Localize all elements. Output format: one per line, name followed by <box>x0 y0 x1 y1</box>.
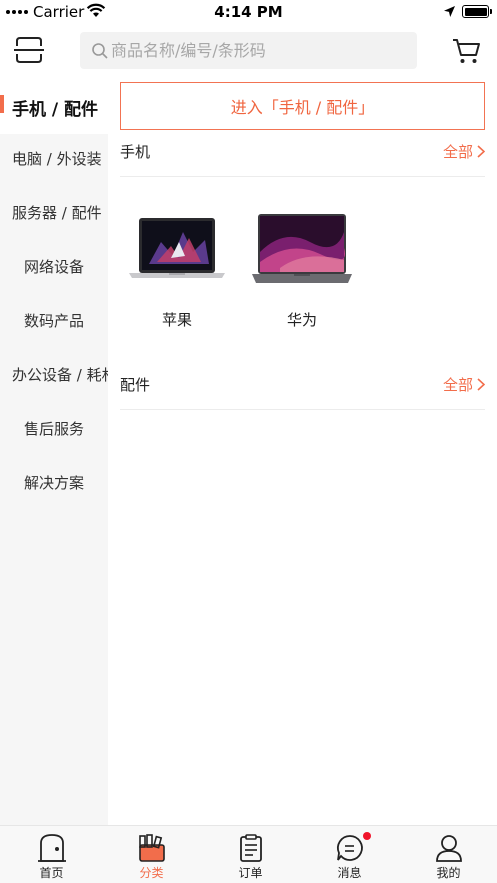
brand-item-apple[interactable]: 苹果 <box>122 202 232 330</box>
category-sidebar: 手机 / 配件 电脑 / 外设装 服务器 / 配件 网络设备 数码产品 办公设备… <box>0 80 108 825</box>
search-icon <box>92 42 108 59</box>
tab-bar: 首页 分类 订单 消息 我的 <box>0 825 497 883</box>
chevron-right-icon <box>477 378 485 391</box>
status-time: 4:14 PM <box>214 3 283 21</box>
section-header-phones: 手机 全部 <box>120 131 485 177</box>
tab-orders[interactable]: 订单 <box>201 826 300 883</box>
status-bar: Carrier 4:14 PM <box>0 0 497 24</box>
sidebar-item-servers[interactable]: 服务器 / 配件 <box>0 185 108 239</box>
brand-label: 华为 <box>286 311 317 329</box>
section-title: 配件 <box>120 376 151 394</box>
section-title: 手机 <box>120 143 151 161</box>
tab-home[interactable]: 首页 <box>2 826 101 883</box>
header <box>0 24 497 80</box>
search-input[interactable] <box>111 41 411 60</box>
view-all-link[interactable]: 全部 <box>443 374 485 395</box>
sidebar-item-solutions[interactable]: 解决方案 <box>0 455 108 509</box>
scan-icon <box>14 37 44 63</box>
enter-category-button[interactable]: 进入「手机 / 配件」 <box>120 82 485 130</box>
sidebar-item-office[interactable]: 办公设备 / 耗材 <box>0 347 108 401</box>
brand-item-huawei[interactable]: 华为 <box>247 202 357 330</box>
chevron-right-icon <box>477 145 485 158</box>
sidebar-item-computers[interactable]: 电脑 / 外设装 <box>0 131 108 185</box>
sidebar-item-network[interactable]: 网络设备 <box>0 239 108 293</box>
message-icon <box>336 835 363 861</box>
scan-button[interactable] <box>10 32 48 68</box>
brand-label: 苹果 <box>161 311 192 329</box>
profile-icon <box>435 835 462 862</box>
section-header-accessories: 配件 全部 <box>120 364 485 410</box>
tab-messages[interactable]: 消息 <box>300 826 399 883</box>
home-icon <box>37 834 66 862</box>
search-bar[interactable] <box>80 32 417 69</box>
macbook-image <box>122 202 232 292</box>
battery-icon <box>462 5 492 18</box>
cart-button[interactable] <box>451 36 483 66</box>
location-arrow-icon <box>444 6 455 17</box>
sidebar-item-phones[interactable]: 手机 / 配件 <box>0 80 108 134</box>
message-icon-wrap <box>335 832 371 863</box>
view-all-link[interactable]: 全部 <box>443 141 485 162</box>
sidebar-item-digital[interactable]: 数码产品 <box>0 293 108 347</box>
tab-profile[interactable]: 我的 <box>399 826 497 883</box>
unread-badge <box>362 832 371 840</box>
cart-icon <box>453 39 480 63</box>
sidebar-item-after-sales[interactable]: 售后服务 <box>0 401 108 455</box>
matebook-image <box>247 202 357 292</box>
category-icon <box>138 834 165 862</box>
order-icon <box>239 834 262 862</box>
tab-category[interactable]: 分类 <box>102 826 201 883</box>
